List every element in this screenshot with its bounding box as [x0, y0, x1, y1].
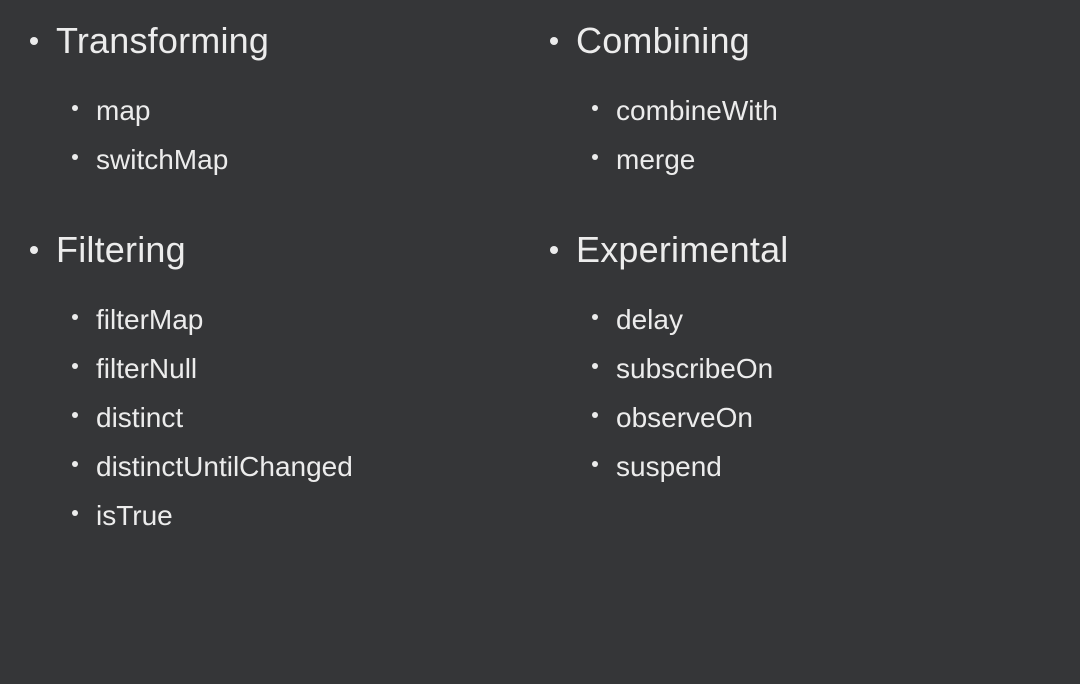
section-title: Combining: [576, 18, 750, 65]
bullet-icon: [72, 314, 78, 320]
section-combining: Combining combineWith merge: [540, 18, 1060, 227]
bullet-icon: [550, 246, 558, 254]
list-item: merge: [592, 142, 1060, 177]
sub-item-label: combineWith: [616, 93, 778, 128]
outline-grid: Transforming map switchMap Combining com…: [0, 0, 1080, 603]
list-item: distinctUntilChanged: [72, 449, 540, 484]
bullet-icon: [592, 412, 598, 418]
section-heading: Transforming: [20, 18, 540, 65]
sub-item-label: suspend: [616, 449, 722, 484]
sub-list: filterMap filterNull distinct distinctUn…: [20, 274, 540, 533]
bullet-icon: [72, 105, 78, 111]
sub-item-label: merge: [616, 142, 695, 177]
list-item: filterNull: [72, 351, 540, 386]
list-item: combineWith: [592, 93, 1060, 128]
bullet-icon: [592, 105, 598, 111]
list-item: map: [72, 93, 540, 128]
bullet-icon: [72, 154, 78, 160]
list-item: delay: [592, 302, 1060, 337]
list-item: observeOn: [592, 400, 1060, 435]
section-transforming: Transforming map switchMap: [20, 18, 540, 227]
section-heading: Filtering: [20, 227, 540, 274]
bullet-icon: [592, 461, 598, 467]
bullet-icon: [30, 246, 38, 254]
sub-list: map switchMap: [20, 65, 540, 177]
bullet-icon: [72, 412, 78, 418]
list-item: filterMap: [72, 302, 540, 337]
section-heading: Combining: [540, 18, 1060, 65]
sub-item-label: observeOn: [616, 400, 753, 435]
bullet-icon: [592, 154, 598, 160]
sub-item-label: filterMap: [96, 302, 203, 337]
list-item: distinct: [72, 400, 540, 435]
sub-item-label: map: [96, 93, 150, 128]
list-item: isTrue: [72, 498, 540, 533]
section-title: Transforming: [56, 18, 269, 65]
bullet-icon: [72, 510, 78, 516]
sub-list: combineWith merge: [540, 65, 1060, 177]
section-title: Experimental: [576, 227, 789, 274]
list-item: subscribeOn: [592, 351, 1060, 386]
sub-item-label: distinct: [96, 400, 183, 435]
bullet-icon: [550, 37, 558, 45]
sub-item-label: isTrue: [96, 498, 173, 533]
sub-item-label: filterNull: [96, 351, 197, 386]
section-experimental: Experimental delay subscribeOn observeOn…: [540, 227, 1060, 583]
list-item: suspend: [592, 449, 1060, 484]
bullet-icon: [592, 314, 598, 320]
bullet-icon: [72, 363, 78, 369]
sub-item-label: distinctUntilChanged: [96, 449, 353, 484]
sub-item-label: subscribeOn: [616, 351, 773, 386]
list-item: switchMap: [72, 142, 540, 177]
bullet-icon: [72, 461, 78, 467]
section-title: Filtering: [56, 227, 186, 274]
section-filtering: Filtering filterMap filterNull distinct …: [20, 227, 540, 583]
bullet-icon: [30, 37, 38, 45]
sub-item-label: delay: [616, 302, 683, 337]
section-heading: Experimental: [540, 227, 1060, 274]
bullet-icon: [592, 363, 598, 369]
sub-item-label: switchMap: [96, 142, 228, 177]
sub-list: delay subscribeOn observeOn suspend: [540, 274, 1060, 484]
